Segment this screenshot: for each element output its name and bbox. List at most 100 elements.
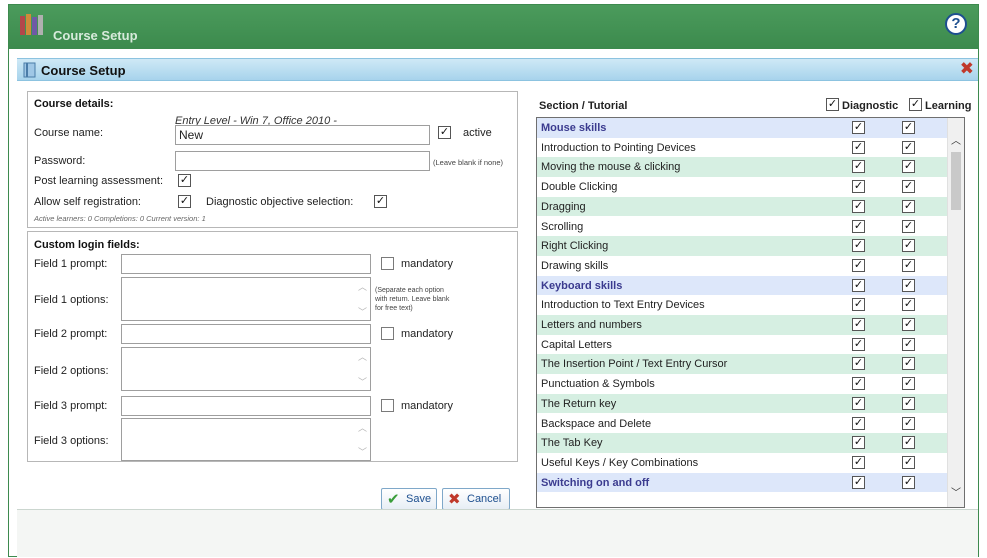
tutorial-row: Introduction to Pointing Devices ✓ ✓ — [537, 138, 949, 158]
diagnostic-checkbox[interactable]: ✓ — [852, 160, 865, 174]
diagnostic-objective-checkbox[interactable]: ✓ — [374, 195, 387, 208]
learning-checkbox[interactable]: ✓ — [902, 239, 915, 253]
learning-checkbox[interactable]: ✓ — [902, 298, 915, 312]
custom-login-panel: Custom login fields: Field 1 prompt: man… — [27, 231, 518, 462]
diagnostic-checkbox[interactable]: ✓ — [852, 298, 865, 312]
field-3-mandatory-checkbox[interactable] — [381, 399, 394, 412]
tutorial-row: The Insertion Point / Text Entry Cursor ✓… — [537, 354, 949, 375]
scroll-down-icon[interactable]: ﹀ — [358, 445, 367, 458]
field-2-mandatory-checkbox[interactable] — [381, 327, 394, 340]
diagnostic-checkbox[interactable]: ✓ — [852, 239, 865, 253]
diagnostic-checkbox[interactable]: ✓ — [852, 258, 865, 272]
tutorial-row: Dragging ✓ ✓ — [537, 196, 949, 217]
scroll-down-icon[interactable]: ﹀ — [951, 484, 961, 499]
tutorial-label: Introduction to Pointing Devices — [541, 141, 696, 154]
learning-checkbox[interactable]: ✓ — [902, 258, 915, 272]
diagnostic-checkbox[interactable]: ✓ — [852, 121, 865, 134]
tutorial-row: Punctuation & Symbols ✓ ✓ — [537, 374, 949, 394]
field-2-prompt-input[interactable] — [121, 324, 371, 344]
field-1-prompt-input[interactable] — [121, 254, 371, 274]
diagnostic-checkbox[interactable]: ✓ — [852, 357, 865, 371]
diagnostic-checkbox[interactable]: ✓ — [852, 475, 865, 489]
course-name-input[interactable]: New — [175, 125, 430, 145]
diagnostic-checkbox[interactable]: ✓ — [852, 416, 865, 430]
cancel-button-label: Cancel — [467, 493, 502, 505]
diagnostic-checkbox[interactable]: ✓ — [852, 436, 865, 450]
course-stats: Active learners: 0 Completions: 0 Curren… — [34, 214, 206, 223]
learning-checkbox[interactable]: ✓ — [902, 180, 915, 194]
tutorial-label: Dragging — [541, 200, 586, 213]
scroll-down-icon[interactable]: ﹀ — [358, 305, 367, 318]
tutorial-row: Useful Keys / Key Combinations ✓ ✓ — [537, 453, 949, 473]
learning-checkbox[interactable]: ✓ — [902, 337, 915, 351]
scroll-down-icon[interactable]: ﹀ — [358, 375, 367, 388]
dialog-footer — [17, 509, 978, 557]
learning-checkbox[interactable]: ✓ — [902, 396, 915, 410]
scroll-up-icon[interactable]: ︿ — [951, 132, 961, 147]
learning-checkbox[interactable]: ✓ — [902, 219, 915, 233]
diagnostic-checkbox[interactable]: ✓ — [852, 140, 865, 154]
field-3-prompt-input[interactable] — [121, 396, 371, 416]
field-3-prompt-label: Field 3 prompt: — [34, 400, 108, 412]
close-icon[interactable]: ✖ — [960, 60, 974, 78]
diagnostic-checkbox[interactable]: ✓ — [852, 455, 865, 469]
cancel-button[interactable]: ✖ Cancel — [442, 488, 510, 510]
learning-all-checkbox[interactable]: ✓ — [909, 98, 922, 111]
learning-checkbox[interactable]: ✓ — [902, 318, 915, 331]
scroll-up-icon[interactable]: ︿ — [358, 421, 367, 434]
diagnostic-all-checkbox[interactable]: ✓ — [826, 98, 839, 111]
learning-checkbox[interactable]: ✓ — [902, 199, 915, 213]
diagnostic-checkbox[interactable]: ✓ — [852, 278, 865, 292]
tutorial-row: Capital Letters ✓ ✓ — [537, 335, 949, 355]
learning-checkbox[interactable]: ✓ — [902, 140, 915, 154]
course-name-label: Course name: — [34, 127, 104, 139]
scrollbar-thumb[interactable] — [951, 152, 961, 210]
tutorial-label: The Insertion Point / Text Entry Cursor — [541, 358, 728, 371]
tutorial-label: The Tab Key — [541, 437, 603, 450]
post-learning-checkbox[interactable]: ✓ — [178, 174, 191, 187]
tutorial-row: Drawing skills ✓ ✓ — [537, 256, 949, 276]
diagnostic-checkbox[interactable]: ✓ — [852, 377, 865, 391]
learning-checkbox[interactable]: ✓ — [902, 278, 915, 292]
help-icon[interactable]: ? — [945, 13, 967, 35]
tutorial-list[interactable]: Mouse skills ✓ ✓ Introduction to Pointing D… — [536, 117, 965, 508]
document-icon — [23, 62, 36, 78]
course-details-heading: Course details: — [34, 98, 114, 110]
learning-checkbox[interactable]: ✓ — [902, 416, 915, 430]
diagnostic-checkbox[interactable]: ✓ — [852, 199, 865, 213]
learning-checkbox[interactable]: ✓ — [902, 377, 915, 391]
diagnostic-checkbox[interactable]: ✓ — [852, 219, 865, 233]
learning-checkbox[interactable]: ✓ — [902, 455, 915, 469]
tutorial-label: The Return key — [541, 397, 617, 410]
diagnostic-checkbox[interactable]: ✓ — [852, 318, 865, 331]
tutorial-row: The Tab Key ✓ ✓ — [537, 433, 949, 453]
section-label: Keyboard skills — [541, 279, 623, 292]
learning-checkbox[interactable]: ✓ — [902, 357, 915, 371]
learning-checkbox[interactable]: ✓ — [902, 121, 915, 134]
field-1-mandatory-checkbox[interactable] — [381, 257, 394, 270]
scroll-up-icon[interactable]: ︿ — [358, 350, 367, 363]
learning-checkbox[interactable]: ✓ — [902, 475, 915, 489]
diagnostic-checkbox[interactable]: ✓ — [852, 180, 865, 194]
diagnostic-checkbox[interactable]: ✓ — [852, 396, 865, 410]
learning-checkbox[interactable]: ✓ — [902, 436, 915, 450]
tutorial-row: Introduction to Text Entry Devices ✓ ✓ — [537, 295, 949, 315]
active-checkbox[interactable]: ✓ — [438, 126, 451, 139]
active-label: active — [463, 127, 492, 139]
dialog-header: Course Setup ✖ — [17, 58, 978, 81]
field-3-options-textarea[interactable]: ︿ ﹀ — [121, 418, 371, 461]
app-window: Course Setup ? Course Setup ✖ Course det… — [8, 4, 979, 557]
vertical-scrollbar[interactable]: ︿ ﹀ — [947, 118, 964, 507]
save-button[interactable]: ✔ Save — [381, 488, 437, 510]
learning-checkbox[interactable]: ✓ — [902, 160, 915, 174]
tutorial-row: Double Clicking ✓ ✓ — [537, 177, 949, 197]
tutorial-label: Letters and numbers — [541, 319, 642, 331]
field-1-options-textarea[interactable]: ︿ ﹀ — [121, 277, 371, 321]
tutorial-label: Useful Keys / Key Combinations — [541, 456, 699, 469]
diagnostic-checkbox[interactable]: ✓ — [852, 337, 865, 351]
scroll-up-icon[interactable]: ︿ — [358, 280, 367, 293]
field-2-options-textarea[interactable]: ︿ ﹀ — [121, 347, 371, 391]
tutorial-label: Right Clicking — [541, 240, 609, 253]
self-registration-checkbox[interactable]: ✓ — [178, 195, 191, 208]
password-field[interactable] — [175, 151, 430, 171]
